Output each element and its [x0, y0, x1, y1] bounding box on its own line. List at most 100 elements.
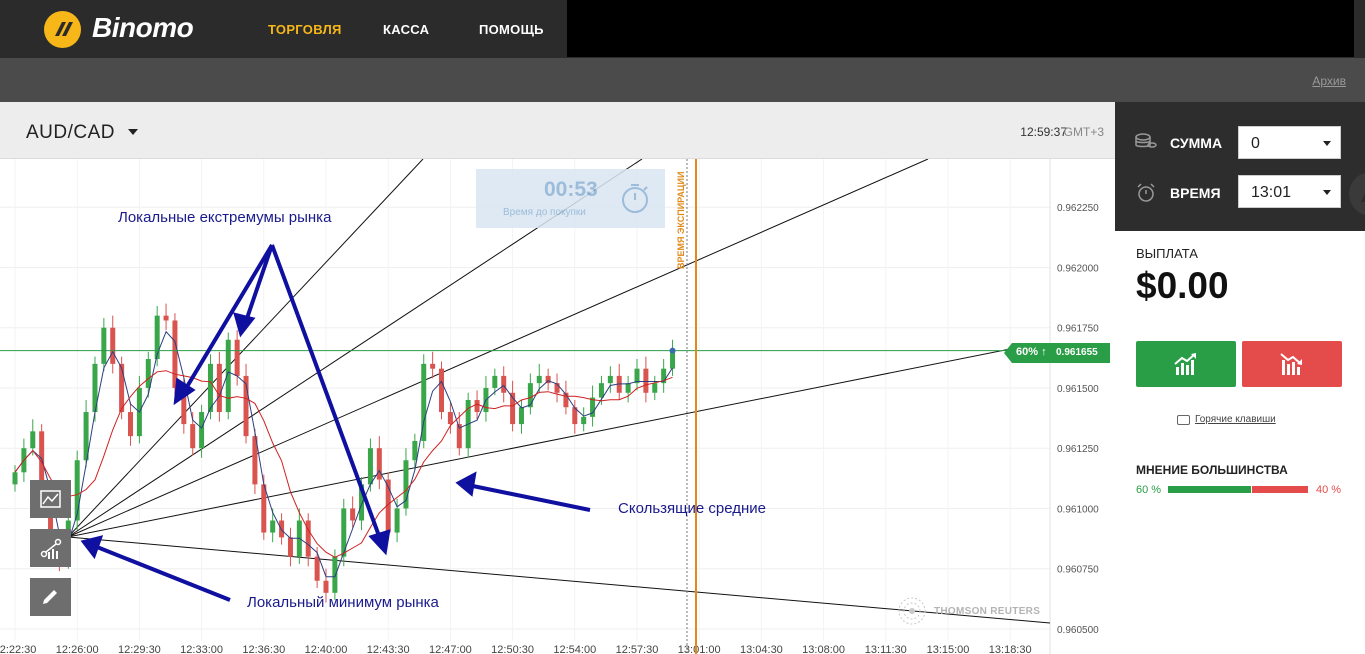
- candle-body: [110, 327, 116, 364]
- indicators-button[interactable]: [30, 529, 71, 567]
- candle-body: [492, 375, 498, 388]
- y-tick-label: 0.961250: [1057, 444, 1099, 455]
- candle-body: [30, 431, 36, 449]
- pencil-icon: [43, 590, 57, 604]
- countdown-label: Время до покупки: [503, 207, 586, 218]
- x-axis: 12:22:30 12:26:00 12:29:30 12:33:00 12:36:30…: [0, 644, 1032, 654]
- chart-canvas[interactable]: 0.962250 0.962000 0.961750 0.961500 0.961250…: [0, 159, 1115, 654]
- candle-body: [341, 508, 347, 557]
- nav-item-trade[interactable]: ТОРГОВЛЯ: [268, 22, 342, 37]
- candle-body: [190, 424, 196, 449]
- put-down-button[interactable]: [1242, 341, 1342, 387]
- keyboard-icon[interactable]: [1177, 415, 1190, 425]
- payout-percent: 60% ↑: [1016, 346, 1047, 358]
- candle-body: [323, 580, 329, 593]
- y-tick-label: 0.962000: [1057, 263, 1099, 274]
- current-price-dot: [669, 347, 676, 354]
- chevron-down-icon: [1323, 190, 1331, 195]
- time-value: 13:01: [1251, 184, 1292, 201]
- x-tick-label: 13:01:00: [678, 644, 721, 654]
- sum-value: 0: [1251, 135, 1260, 152]
- candle-body: [101, 327, 107, 364]
- chart-type-button[interactable]: [30, 480, 71, 518]
- y-tick-label: 0.962250: [1057, 203, 1099, 214]
- hotkeys-link[interactable]: Горячие клавиши: [1195, 414, 1276, 425]
- candle-body: [12, 472, 18, 485]
- countdown-time: 00:53: [544, 178, 598, 201]
- chart-type-icon: [40, 490, 61, 508]
- trend-down-icon: [1280, 353, 1302, 375]
- y-tick-label: 0.960750: [1057, 565, 1099, 576]
- x-tick-label: 13:04:30: [740, 644, 783, 654]
- candle-body: [163, 315, 169, 321]
- reuters-logo-icon: [898, 597, 926, 625]
- call-up-button[interactable]: [1136, 341, 1236, 387]
- x-tick-label: 12:33:00: [180, 644, 223, 654]
- candle-body: [270, 520, 276, 533]
- candle-body: [119, 363, 125, 413]
- candle-body: [439, 368, 445, 413]
- draw-button[interactable]: [30, 578, 71, 616]
- candle-body: [474, 400, 480, 413]
- candle-body: [501, 375, 507, 393]
- expiry-label: ВРЕМЯ ЭКСПИРАЦИИ: [676, 171, 686, 269]
- x-tick-label: 12:29:30: [118, 644, 161, 654]
- candles: [12, 303, 676, 603]
- nav-item-help[interactable]: ПОМОЩЬ: [479, 22, 544, 37]
- annotation-local-minimum: Локальный минимум рынка: [247, 594, 439, 611]
- candle-body: [536, 375, 542, 384]
- candle-body: [581, 416, 587, 425]
- x-tick-label: 12:54:00: [553, 644, 596, 654]
- candle-body: [145, 359, 151, 388]
- binomo-watermark-icon: [1349, 172, 1365, 216]
- annotation-arrow: [467, 483, 591, 512]
- x-tick-label: 12:47:00: [429, 644, 472, 654]
- x-tick-label: 12:50:30: [491, 644, 534, 654]
- trend-up-icon: [1174, 353, 1196, 375]
- y-tick-label: 0.960500: [1057, 625, 1099, 636]
- x-tick-label: 12:43:30: [367, 644, 410, 654]
- candle-body: [287, 537, 293, 557]
- candle-body: [598, 383, 604, 398]
- annotation-moving-averages: Скользящие средние: [618, 500, 766, 517]
- y-tick-label: 0.961750: [1057, 324, 1099, 335]
- candle-body: [199, 412, 205, 449]
- asset-selector[interactable]: AUD/CAD: [26, 122, 115, 144]
- sum-select[interactable]: 0: [1238, 126, 1341, 159]
- candle-body: [447, 412, 453, 425]
- annotation-local-extremes: Локальные екстремумы рынка: [118, 209, 332, 226]
- annotation-arrow-head: [80, 535, 104, 560]
- x-tick-label: 12:26:00: [56, 644, 99, 654]
- top-nav-bar: Binomo ТОРГОВЛЯ КАССА ПОМОЩЬ: [0, 0, 1365, 58]
- candle-body: [216, 363, 222, 413]
- candle-body: [643, 368, 649, 393]
- indicators-icon: [40, 538, 62, 559]
- coins-icon: [1135, 133, 1157, 148]
- candle-body: [279, 520, 285, 538]
- candle-body: [412, 440, 418, 461]
- annotation-arrow: [270, 244, 384, 545]
- candle-body: [234, 339, 240, 376]
- brand-name[interactable]: Binomo: [92, 12, 194, 44]
- candle-body: [652, 383, 658, 393]
- chevron-down-icon[interactable]: [128, 129, 138, 135]
- thomson-reuters-watermark: THOMSON REUTERS: [896, 596, 1046, 626]
- majority-opinion-label: МНЕНИЕ БОЛЬШИНСТВА: [1136, 463, 1288, 477]
- alarm-clock-icon: [1137, 183, 1155, 202]
- chart-header: AUD/CAD 12:59:37 GMT+3: [0, 102, 1115, 159]
- candle-body: [128, 412, 134, 437]
- candle-body: [332, 556, 338, 593]
- candle-body: [625, 383, 631, 393]
- candle-body: [367, 448, 373, 485]
- x-tick-label: 13:11:30: [865, 644, 907, 654]
- x-tick-label: 13:15:00: [927, 644, 970, 654]
- nav-item-cashier[interactable]: КАССА: [383, 22, 429, 37]
- archive-link[interactable]: Архив: [1312, 74, 1346, 88]
- x-tick-label: 12:57:30: [616, 644, 659, 654]
- candle-body: [154, 315, 160, 360]
- payout-label: ВЫПЛАТА: [1136, 246, 1198, 261]
- sub-bar: Архив: [0, 58, 1365, 102]
- binomo-logo-icon[interactable]: [44, 11, 81, 48]
- price-chart[interactable]: 0.962250 0.962000 0.961750 0.961500 0.961250…: [0, 159, 1115, 654]
- time-select[interactable]: 13:01: [1238, 175, 1341, 208]
